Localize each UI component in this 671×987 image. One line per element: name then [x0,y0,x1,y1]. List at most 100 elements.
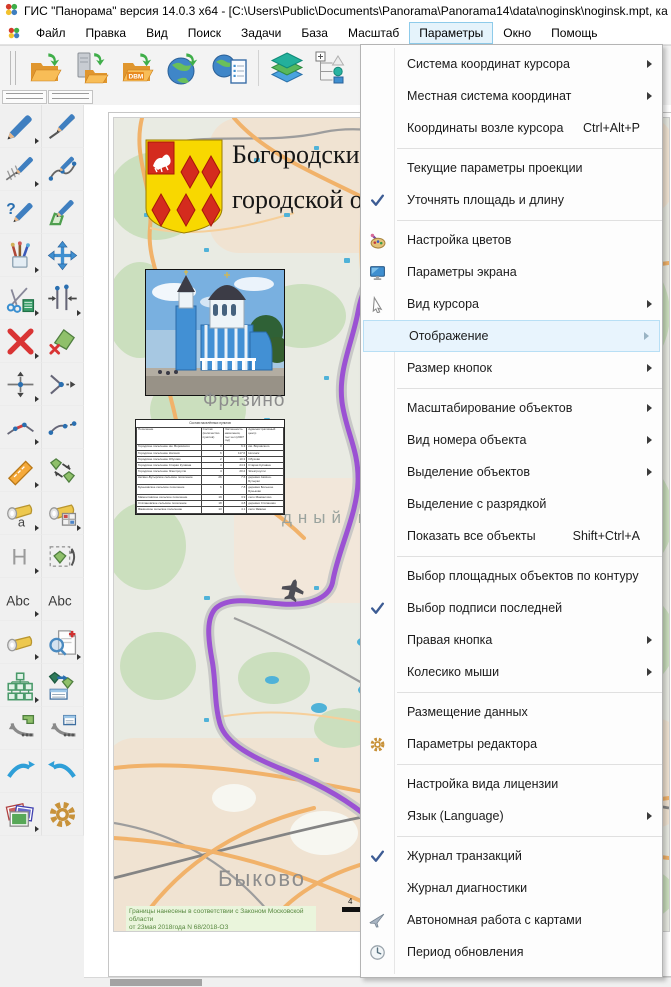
docked-toolbar-handle[interactable] [2,90,47,104]
menu-window[interactable]: Окно [493,22,541,44]
menu-search[interactable]: Поиск [178,22,231,44]
internet-map-list-button[interactable] [208,48,252,88]
menu-item-transaction-log[interactable]: Журнал транзакций [361,840,662,872]
menu-item-select-label-last[interactable]: Выбор подписи последней [361,592,662,624]
menu-item-language[interactable]: Язык (Language) [361,800,662,832]
checkmark-icon [369,600,386,617]
open-database-button[interactable]: DBM [116,48,160,88]
svg-text:Abc: Abc [6,593,30,608]
menu-item-coords-near-cursor[interactable]: Координаты возле курсора Ctrl+Alt+P [361,112,662,144]
redo-button[interactable] [0,750,42,793]
highlight-object-button[interactable] [0,621,42,664]
menu-view[interactable]: Вид [136,22,178,44]
draw-unknown-button[interactable]: ? [0,191,42,234]
menu-item-object-scaling[interactable]: Масштабирование объектов [361,392,662,424]
menu-item-button-size[interactable]: Размер кнопок [361,352,662,384]
edit-segment-button[interactable] [0,406,42,449]
open-from-server-button[interactable] [70,48,114,88]
swap-objects-button[interactable] [42,449,84,492]
menu-tasks[interactable]: Задачи [231,22,291,44]
horizontal-scrollbar[interactable] [84,977,671,987]
object-tree-button[interactable] [0,664,42,707]
menu-item-object-number-view[interactable]: Вид номера объекта [361,424,662,456]
open-internet-map-button[interactable] [162,48,206,88]
draw-line-button[interactable] [0,105,42,148]
flashlight-grid-icon [47,498,77,526]
menu-scale[interactable]: Масштаб [338,22,409,44]
scrollbar-thumb[interactable] [110,979,202,986]
menu-item-right-button[interactable]: Правая кнопка [361,624,662,656]
cut-object-button[interactable] [0,277,42,320]
menu-edit[interactable]: Правка [76,22,137,44]
toolbar-grip[interactable] [10,50,16,85]
pencil-hatch-icon [5,156,34,181]
copy-objects-button[interactable] [42,664,84,707]
menu-item-offline-maps[interactable]: Автономная работа с картами [361,904,662,936]
submenu-arrow-icon [647,468,652,476]
move-object-button[interactable] [42,234,84,277]
undo-list-button[interactable] [42,707,84,750]
text-abc-button[interactable]: Abc [0,578,42,621]
menu-separator [361,216,662,224]
menu-item-local-coord-system[interactable]: Местная система координат [361,80,662,112]
image-stack-button[interactable] [0,793,42,836]
menu-item-editor-settings[interactable]: Параметры редактора [361,728,662,760]
draw-polygon-button[interactable] [42,191,84,234]
menu-database[interactable]: База [291,22,338,44]
menu-item-color-settings[interactable]: Настройка цветов [361,224,662,256]
menu-item-display[interactable]: Отображение [363,320,660,352]
scale-label: 4 [348,897,353,906]
highlight-text-button[interactable]: a [0,492,42,535]
menu-file[interactable]: Файл [26,22,76,44]
search-area-button[interactable] [42,621,84,664]
menu-item-cursor-view[interactable]: Вид курсора [361,288,662,320]
menu-separator [361,384,662,392]
docked-toolbar-handle-2[interactable] [48,90,93,104]
gear-icon [49,801,76,827]
segment-points-icon [7,422,34,435]
open-map-button[interactable] [24,48,68,88]
edit-vertex-button[interactable] [42,363,84,406]
highlight-grid-button[interactable] [42,492,84,535]
app-menu-icon[interactable] [2,22,26,44]
menu-item-mouse-wheel[interactable]: Колесико мыши [361,656,662,688]
editor-settings-button[interactable] [42,793,84,836]
menu-item-refine-area-length[interactable]: Уточнять площадь и длину [361,184,662,216]
draw-polyline-button[interactable] [42,105,84,148]
menu-item-show-all-objects[interactable]: Показать все объекты Shift+Ctrl+A [361,520,662,552]
menu-item-update-period[interactable]: Период обновления [361,936,662,968]
menu-item-object-selection[interactable]: Выделение объектов [361,456,662,488]
menu-item-selection-spacing[interactable]: Выделение с разрядкой [361,488,662,520]
undo-shape-icon [8,714,35,737]
menu-item-current-projection[interactable]: Текущие параметры проекции [361,152,662,184]
delete-object-button[interactable] [0,320,42,363]
text-abc-2-button[interactable]: Abc [42,578,84,621]
draw-spline-button[interactable] [42,148,84,191]
map-legend-button[interactable] [311,48,355,88]
letter-h-button[interactable]: H [0,535,42,578]
undo-button[interactable] [42,750,84,793]
menu-item-cursor-coord-system[interactable]: Система координат курсора [361,48,662,80]
menu-item-area-selection-by-contour[interactable]: Выбор площадных объектов по контуру [361,560,662,592]
menu-item-diagnostics-log[interactable]: Журнал диагностики [361,872,662,904]
menu-item-license-view-settings[interactable]: Настройка вида лицензии [361,768,662,800]
edit-spline-button[interactable] [42,406,84,449]
undo-object-button[interactable] [0,707,42,750]
draw-slope-button[interactable] [0,148,42,191]
measure-ruler-button[interactable] [0,449,42,492]
snap-points-button[interactable] [42,277,84,320]
pencil-polygon-icon [49,199,74,225]
flashlight-a-icon: a [5,498,36,529]
style-brushes-button[interactable] [0,234,42,277]
svg-text:DBM: DBM [129,73,144,80]
align-vertex-button[interactable] [0,363,42,406]
rotate-object-button[interactable] [42,535,84,578]
window-title: ГИС "Панорама" версия 14.0.3 x64 - [C:\U… [24,4,668,18]
menu-help[interactable]: Помощь [541,22,607,44]
menu-parameters[interactable]: Параметры [409,22,494,44]
delete-polygon-button[interactable] [42,320,84,363]
layer-list-button[interactable] [265,48,309,88]
menu-item-data-placement[interactable]: Размещение данных [361,696,662,728]
table-title: Состав населённых пунктов [189,420,231,425]
menu-item-screen-settings[interactable]: Параметры экрана [361,256,662,288]
